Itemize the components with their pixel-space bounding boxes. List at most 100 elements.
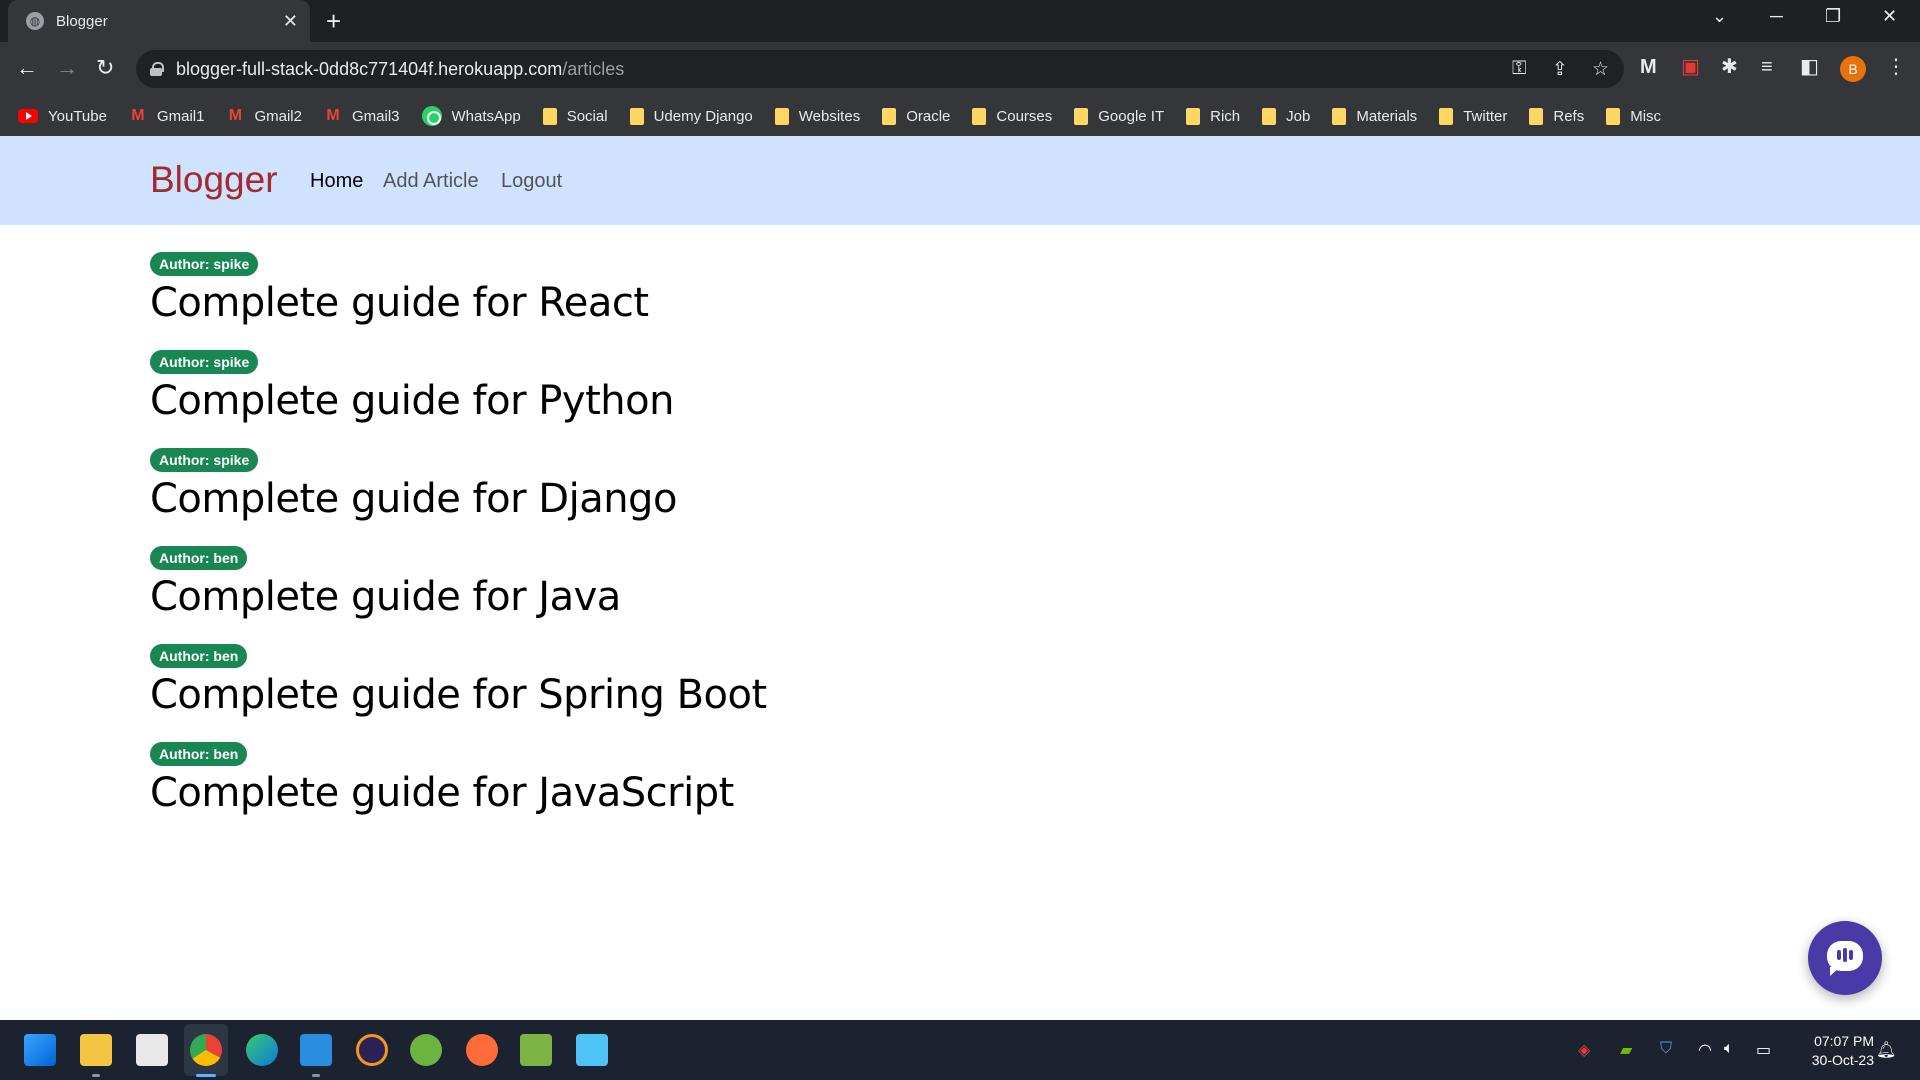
folder-icon (1439, 107, 1454, 125)
address-bar[interactable]: blogger-full-stack-0dd8c771404f.herokuap… (136, 50, 1624, 88)
window-close-icon[interactable]: ✕ (1882, 6, 1897, 27)
bookmark-item[interactable]: YouTube (18, 108, 107, 125)
bookmark-item[interactable]: M Gmail1 (129, 107, 205, 125)
bookmark-item[interactable]: Misc (1606, 107, 1661, 125)
bookmark-item[interactable]: Rich (1186, 107, 1240, 125)
side-panel-icon[interactable]: ◧ (1800, 55, 1819, 79)
youtube-icon (18, 109, 38, 123)
volume-icon[interactable]: 🔈︎ (1724, 1040, 1734, 1058)
running-indicator (312, 1074, 320, 1077)
bookmark-label: YouTube (48, 107, 107, 125)
profile-avatar[interactable]: B (1840, 56, 1866, 82)
nav-logout-link[interactable]: Logout (501, 168, 562, 194)
bookmark-label: Websites (798, 107, 861, 125)
tab-title: Blogger (56, 12, 108, 30)
article-title-link[interactable]: Complete guide for JavaScript (150, 769, 1770, 817)
bookmark-star-icon[interactable]: ☆ (1592, 58, 1609, 81)
bookmark-item[interactable]: Courses (972, 107, 1052, 125)
nav-home-link[interactable]: Home (310, 168, 363, 194)
bookmark-item[interactable]: M Gmail3 (324, 108, 399, 125)
share-icon[interactable]: ⇪ (1552, 58, 1568, 81)
security-shield-icon[interactable]: ⛉ (1660, 1040, 1672, 1058)
bookmark-item[interactable]: Oracle (882, 107, 950, 125)
bookmark-item[interactable]: Google IT (1074, 107, 1165, 125)
gmail-icon: M (131, 107, 145, 124)
windows-start-icon[interactable] (24, 1034, 56, 1066)
url-host: blogger-full-stack-0dd8c771404f.herokuap… (176, 58, 563, 79)
bookmark-label: Materials (1356, 107, 1418, 125)
chat-widget-button[interactable] (1808, 921, 1882, 995)
extension-mcafee-icon[interactable]: ▣ (1681, 55, 1700, 79)
spring-tools-icon[interactable] (410, 1034, 442, 1066)
chrome-icon[interactable] (190, 1034, 222, 1066)
system-clock[interactable]: 07:07 PM 30-Oct-23 (1794, 1032, 1874, 1070)
author-badge: Author: spike (150, 448, 259, 472)
bookmark-item[interactable]: Materials (1332, 107, 1418, 125)
bookmark-item[interactable]: Job (1262, 107, 1311, 125)
bookmark-item[interactable]: Websites (774, 107, 861, 125)
back-icon[interactable]: ← (16, 54, 38, 82)
mcafee-tray-icon[interactable]: ◈ (1578, 1040, 1590, 1060)
article-item: Author: ben Complete guide for Java (150, 546, 1770, 644)
tab-close-icon[interactable]: ✕ (283, 11, 298, 31)
key-icon[interactable]: ⚿ (1512, 58, 1526, 80)
folder-icon (882, 107, 897, 125)
bookmark-item[interactable]: Refs (1529, 107, 1585, 125)
folder-icon (774, 107, 789, 125)
restore-icon[interactable]: ❐ (1825, 6, 1841, 27)
extensions-puzzle-icon[interactable]: ✱ (1721, 55, 1738, 79)
postman-icon[interactable] (466, 1034, 498, 1066)
bookmark-item[interactable]: Social (542, 107, 608, 125)
clock-date: 30-Oct-23 (1811, 1052, 1874, 1068)
notification-bell-icon[interactable]: 🔔︎ (1876, 1040, 1896, 1060)
lock-icon[interactable] (150, 62, 164, 76)
folder-icon (1606, 107, 1621, 125)
image-editor-icon[interactable] (520, 1034, 552, 1066)
bookmark-label: Twitter (1463, 107, 1508, 125)
nav-add-article-link[interactable]: Add Article (383, 168, 479, 194)
nvidia-tray-icon[interactable]: ▰ (1620, 1040, 1632, 1060)
article-item: Author: spike Complete guide for Django (150, 448, 1770, 546)
minimize-icon[interactable]: ─ (1770, 6, 1783, 27)
vscode-icon[interactable] (300, 1034, 332, 1066)
bookmark-item[interactable]: Udemy Django (629, 107, 753, 125)
article-title-link[interactable]: Complete guide for Spring Boot (150, 671, 1770, 719)
author-badge: Author: spike (150, 252, 259, 276)
eclipse-icon[interactable] (356, 1034, 388, 1066)
bookmark-label: Refs (1553, 107, 1585, 125)
active-indicator (196, 1074, 216, 1077)
bookmark-item[interactable]: WhatsApp (421, 106, 521, 126)
bookmark-label: Gmail1 (156, 107, 205, 125)
article-list: Author: spike Complete guide for React A… (150, 225, 1770, 840)
media-queue-icon[interactable]: ≡ (1761, 55, 1773, 79)
author-badge: Author: spike (150, 350, 259, 374)
author-badge: Author: ben (150, 546, 248, 570)
article-title-link[interactable]: Complete guide for Java (150, 573, 1770, 621)
notepad-icon[interactable] (576, 1034, 608, 1066)
article-title-link[interactable]: Complete guide for Django (150, 475, 1770, 523)
bookmark-item[interactable]: M Gmail2 (226, 108, 302, 125)
article-title-link[interactable]: Complete guide for Python (150, 377, 1770, 425)
menu-kebab-icon[interactable]: ⋮ (1886, 55, 1906, 79)
battery-icon[interactable]: ▭ (1756, 1040, 1771, 1060)
forward-icon[interactable]: → (56, 54, 78, 82)
microsoft-store-icon[interactable] (136, 1034, 168, 1066)
extension-m-icon[interactable]: M (1640, 55, 1657, 79)
browser-tab[interactable]: ◍ Blogger ✕ (8, 0, 310, 42)
article-title-link[interactable]: Complete guide for React (150, 279, 1770, 327)
tab-search-chevron-icon[interactable]: ⌄ (1712, 6, 1727, 27)
bookmark-label: Job (1286, 107, 1311, 125)
new-tab-icon[interactable]: + (326, 8, 341, 34)
folder-icon (1332, 107, 1347, 125)
edge-icon[interactable] (246, 1034, 278, 1066)
reload-icon[interactable]: ↻ (96, 54, 114, 82)
site-navbar: Blogger Home Add Article Logout (0, 136, 1920, 225)
bookmark-item[interactable]: Twitter (1439, 107, 1508, 125)
wifi-icon[interactable]: ◠ (1698, 1040, 1712, 1060)
file-explorer-icon[interactable] (80, 1034, 112, 1066)
bookmark-label: WhatsApp (451, 107, 521, 125)
article-item: Author: ben Complete guide for JavaScrip… (150, 742, 1770, 840)
site-brand[interactable]: Blogger (150, 158, 278, 202)
bookmark-label: Google IT (1098, 107, 1165, 125)
running-indicator (92, 1074, 100, 1077)
